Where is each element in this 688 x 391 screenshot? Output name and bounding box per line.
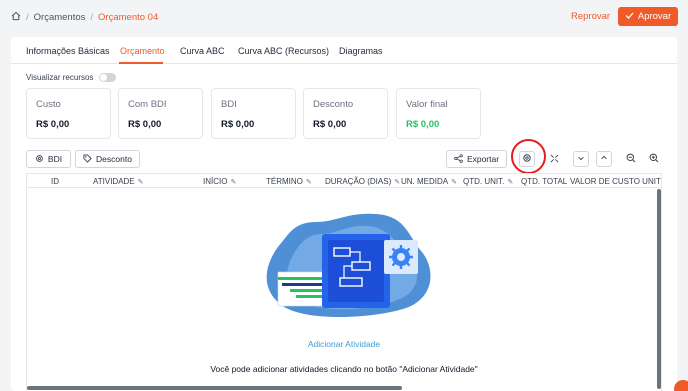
stat-com-bdi: Com BDI R$ 0,00 <box>118 88 203 139</box>
col-header-duracao[interactable]: DURAÇÃO (DIAS) ✎ <box>325 177 400 186</box>
resources-toggle-row: Visualizar recursos <box>26 73 117 82</box>
zoom-out-button[interactable] <box>623 151 639 167</box>
col-label: VALOR DE CUSTO UNIT <box>570 177 661 186</box>
vertical-scrollbar[interactable] <box>657 189 661 389</box>
fullscreen-icon <box>550 154 559 165</box>
tab-orcamento[interactable]: Orçamento <box>120 46 165 56</box>
col-header-atividade[interactable]: ATIVIDADE ✎ <box>93 177 144 186</box>
collapse-up-icon <box>600 154 608 164</box>
stat-value: R$ 0,00 <box>36 119 70 130</box>
col-label: UN. MEDIDA <box>401 177 449 186</box>
tab-curva-abc-recursos[interactable]: Curva ABC (Recursos) <box>238 46 329 56</box>
tab-diagramas[interactable]: Diagramas <box>339 46 383 56</box>
table-header: ID ATIVIDADE ✎ INÍCIO ✎ TÉRMINO ✎ DURAÇÃO (… <box>27 174 661 188</box>
gear-icon <box>35 154 44 165</box>
top-bar: / Orçamentos / Orçamento 04 Reprovar Apr… <box>0 0 688 36</box>
desconto-button[interactable]: Desconto <box>75 150 140 168</box>
breadcrumb-current: Orçamento 04 <box>98 12 159 23</box>
col-header-un-medida[interactable]: UN. MEDIDA ✎ <box>401 177 457 186</box>
col-label: ID <box>51 177 59 186</box>
col-header-valor-custo-unit[interactable]: VALOR DE CUSTO UNIT <box>570 177 661 186</box>
breadcrumb-separator: / <box>90 12 94 23</box>
breadcrumb-separator: / <box>26 12 29 23</box>
stat-value: R$ 0,00 <box>128 119 162 130</box>
active-tab-indicator <box>119 62 163 64</box>
stat-label: Desconto <box>313 99 354 110</box>
pencil-icon: ✎ <box>230 178 237 186</box>
highlight-circle <box>511 139 546 174</box>
col-header-qtd-total[interactable]: QTD. TOTAL <box>521 177 567 186</box>
fullscreen-button[interactable] <box>546 151 562 167</box>
horizontal-scrollbar[interactable] <box>27 386 402 390</box>
stat-label: Custo <box>36 99 61 110</box>
tab-informacoes-basicas[interactable]: Informações Básicas <box>26 46 110 56</box>
empty-state-illustration <box>256 210 436 327</box>
col-label: QTD. TOTAL <box>521 177 568 186</box>
desconto-label: Desconto <box>96 154 132 164</box>
bdi-label: BDI <box>47 154 63 164</box>
zoom-in-button[interactable] <box>646 151 662 167</box>
col-header-id[interactable]: ID <box>51 177 59 186</box>
col-label: TÉRMINO <box>266 177 303 186</box>
collapse-down-icon <box>577 154 585 164</box>
stat-label: Valor final <box>406 99 448 110</box>
zoom-out-icon <box>626 153 636 165</box>
col-header-qtd-unit[interactable]: QTD. UNIT. ✎ <box>463 177 513 186</box>
stat-label: BDI <box>221 99 237 110</box>
share-icon <box>454 153 463 165</box>
stat-desconto: Desconto R$ 0,00 <box>303 88 388 139</box>
tab-curva-abc[interactable]: Curva ABC <box>180 46 225 56</box>
bdi-button[interactable]: BDI <box>26 150 71 168</box>
tag-icon <box>83 153 92 165</box>
breadcrumb-orcamentos[interactable]: Orçamentos <box>34 12 86 23</box>
stat-valor-final: Valor final R$ 0,00 <box>396 88 481 139</box>
stat-value: R$ 0,00 <box>221 119 255 130</box>
col-label: ATIVIDADE <box>93 177 135 186</box>
col-label: QTD. UNIT. <box>463 177 505 186</box>
col-label: INÍCIO <box>203 177 228 186</box>
home-icon[interactable] <box>11 11 21 24</box>
budget-card: Informações Básicas Orçamento Curva ABC … <box>11 37 677 391</box>
zoom-in-icon <box>649 153 659 165</box>
tab-bar: Informações Básicas Orçamento Curva ABC … <box>11 37 677 64</box>
empty-state-text: Você pode adicionar atividades clicando … <box>210 364 478 374</box>
exportar-button[interactable]: Exportar <box>446 150 507 168</box>
collapse-up-button[interactable] <box>596 151 612 167</box>
col-header-termino[interactable]: TÉRMINO ✎ <box>266 177 312 186</box>
help-badge[interactable] <box>674 380 688 391</box>
add-activity-link[interactable]: Adicionar Atividade <box>11 339 677 349</box>
toggle-label: Visualizar recursos <box>26 73 94 82</box>
check-icon <box>625 11 634 23</box>
exportar-label: Exportar <box>466 154 500 164</box>
pencil-icon: ✎ <box>394 178 401 186</box>
pencil-icon: ✎ <box>507 178 514 186</box>
pencil-icon: ✎ <box>305 178 312 186</box>
stat-label: Com BDI <box>128 99 167 110</box>
reject-button[interactable]: Reprovar <box>571 11 610 22</box>
pencil-icon: ✎ <box>137 178 144 186</box>
breadcrumb: / Orçamentos / Orçamento 04 <box>11 11 158 24</box>
resources-toggle[interactable] <box>99 73 117 82</box>
approve-button[interactable]: Aprovar <box>618 7 678 26</box>
pencil-icon: ✎ <box>451 178 457 186</box>
col-header-inicio[interactable]: INÍCIO ✎ <box>203 177 236 186</box>
stat-value: R$ 0,00 <box>313 119 347 130</box>
stat-value: R$ 0,00 <box>406 119 440 130</box>
collapse-down-button[interactable] <box>573 151 589 167</box>
col-label: DURAÇÃO (DIAS) <box>325 177 392 186</box>
approve-label: Aprovar <box>637 11 672 22</box>
stat-bdi: BDI R$ 0,00 <box>211 88 296 139</box>
stat-custo: Custo R$ 0,00 <box>26 88 111 139</box>
